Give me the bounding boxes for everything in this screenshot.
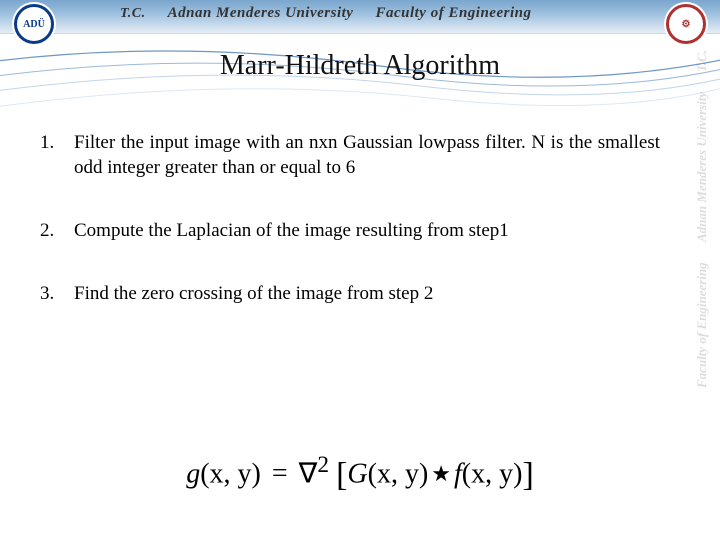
- header-faculty: Faculty of Engineering: [375, 5, 531, 22]
- step-number: 3.: [40, 281, 74, 306]
- formula-g: g: [186, 458, 200, 489]
- decorative-swoosh-icon: [0, 26, 720, 146]
- university-logo-left-icon: ADÜ: [14, 4, 54, 44]
- list-item: 3. Find the zero crossing of the image f…: [40, 281, 660, 306]
- left-bracket-icon: [: [336, 456, 347, 493]
- list-item: 2. Compute the Laplacian of the image re…: [40, 218, 660, 243]
- formula-square: 2: [317, 452, 329, 478]
- list-item: 1. Filter the input image with an nxn Ga…: [40, 130, 660, 180]
- nabla-icon: ∇: [299, 458, 318, 489]
- formula-args: (x, y): [462, 458, 523, 489]
- formula-args: (x, y): [200, 458, 261, 489]
- side-faculty: Faculty of Engineering: [694, 262, 718, 388]
- step-number: 1.: [40, 130, 74, 180]
- steps-list: 1. Filter the input image with an nxn Ga…: [40, 130, 660, 344]
- header-tc: T.C.: [120, 6, 146, 22]
- formula-G: G: [347, 458, 367, 489]
- step-number: 2.: [40, 218, 74, 243]
- page-title: Marr-Hildreth Algorithm: [0, 50, 720, 82]
- step-text: Find the zero crossing of the image from…: [74, 281, 660, 306]
- formula-args: (x, y): [368, 458, 429, 489]
- equals-sign: =: [268, 458, 292, 489]
- side-university: Adnan Menderes University: [694, 92, 718, 242]
- header-university: Adnan Menderes University: [168, 5, 354, 22]
- header-text: T.C. Adnan Menderes University Faculty o…: [120, 5, 660, 22]
- step-text: Filter the input image with an nxn Gauss…: [74, 130, 660, 180]
- formula-f: f: [454, 458, 462, 489]
- convolution-star-icon: ★: [428, 461, 454, 486]
- right-bracket-icon: ]: [522, 456, 533, 493]
- step-text: Compute the Laplacian of the image resul…: [74, 218, 660, 243]
- formula: g(x, y) = ∇2 [G(x, y)★f(x, y)]: [0, 452, 720, 494]
- faculty-logo-right-icon: ⚙: [666, 4, 706, 44]
